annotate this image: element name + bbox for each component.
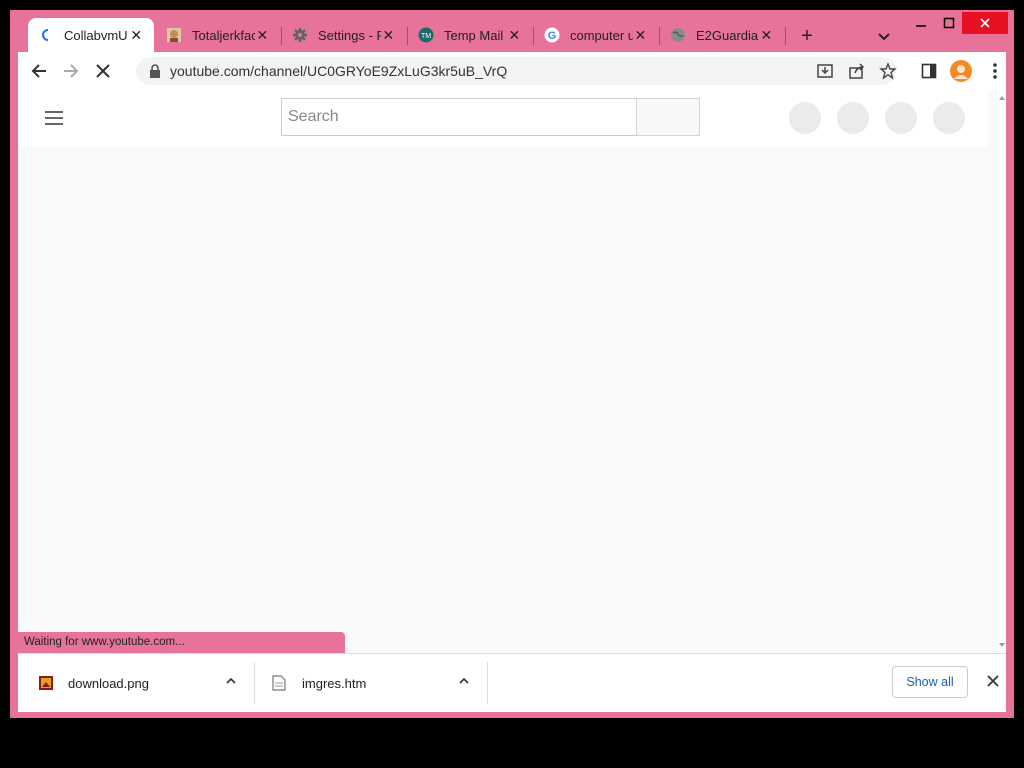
divider [254, 662, 255, 704]
tempmail-icon: TM [418, 27, 434, 43]
youtube-header: Search [18, 90, 988, 147]
scrollbar[interactable] [998, 90, 1006, 653]
more-vert-icon [993, 63, 997, 79]
tab-title: computer u [570, 27, 633, 43]
search-placeholder: Search [288, 108, 339, 125]
window-close-button[interactable] [962, 12, 1008, 34]
download-to-device-icon [817, 64, 833, 78]
download-options-button[interactable] [224, 674, 238, 688]
close-tab-icon[interactable]: ✕ [759, 27, 774, 43]
minimize-icon [916, 25, 926, 27]
back-arrow-icon [31, 64, 46, 78]
forward-button[interactable] [60, 60, 82, 82]
scroll-down-arrow-icon[interactable] [998, 641, 1006, 649]
scroll-up-arrow-icon[interactable] [998, 94, 1006, 102]
address-bar[interactable]: youtube.com/channel/UC0GRYoE9ZxLuG3kr5uB… [136, 57, 899, 85]
search-button[interactable] [636, 98, 700, 136]
stop-icon [96, 64, 110, 78]
maximize-icon [943, 17, 955, 29]
gear-icon [292, 27, 308, 43]
url-text: youtube.com/channel/UC0GRYoE9ZxLuG3kr5uB… [170, 63, 508, 79]
close-icon [980, 18, 990, 28]
close-download-shelf-button[interactable] [986, 674, 1002, 690]
tab-title: CollabvmUs [64, 27, 129, 43]
bookmark-button[interactable] [877, 60, 899, 82]
stop-loading-button[interactable] [92, 60, 114, 82]
close-tab-icon[interactable]: ✕ [381, 27, 396, 43]
tab-title: Settings - P [318, 27, 381, 43]
close-tab-icon[interactable]: ✕ [633, 27, 648, 43]
share-icon [849, 63, 865, 79]
forward-arrow-icon [64, 64, 79, 78]
back-button[interactable] [28, 60, 50, 82]
chevron-up-icon [459, 677, 469, 684]
globe-icon [670, 27, 686, 43]
tab-temp-mail[interactable]: TM Temp Mail ✕ [408, 18, 532, 52]
download-filename: download.png [68, 675, 149, 691]
divider [487, 662, 488, 704]
side-panel-button[interactable] [918, 60, 940, 82]
image-favicon [166, 27, 182, 43]
tab-title: E2Guardian [696, 27, 759, 43]
tab-title: Totaljerkfac [192, 27, 255, 43]
svg-text:G: G [548, 30, 557, 42]
chevron-down-icon [878, 33, 890, 41]
header-icon-placeholder[interactable] [885, 102, 917, 134]
header-icon-placeholder[interactable] [789, 102, 821, 134]
side-panel-icon [921, 63, 937, 79]
download-item[interactable]: imgres.htm [272, 654, 366, 712]
status-bubble: Waiting for www.youtube.com... [18, 632, 345, 653]
download-options-button[interactable] [457, 674, 471, 688]
tab-google-search[interactable]: G computer u ✕ [534, 18, 658, 52]
download-shelf: download.png imgres.htm Show all [18, 653, 1006, 712]
chevron-up-icon [226, 677, 236, 684]
share-button[interactable] [846, 60, 868, 82]
search-input[interactable]: Search [281, 98, 637, 136]
download-item[interactable]: download.png [38, 654, 149, 712]
install-app-button[interactable] [814, 60, 836, 82]
google-icon: G [544, 27, 560, 43]
close-icon [987, 675, 999, 687]
tab-collabvm[interactable]: CollabvmUs ✕ [28, 18, 154, 52]
profile-button[interactable] [950, 60, 972, 82]
document-file-icon [272, 675, 288, 691]
close-tab-icon[interactable]: ✕ [255, 27, 270, 43]
header-icon-placeholder[interactable] [837, 102, 869, 134]
browser-toolbar: youtube.com/channel/UC0GRYoE9ZxLuG3kr5uB… [18, 52, 1006, 90]
image-file-icon [38, 675, 54, 691]
page-content: Search [18, 90, 998, 653]
maximize-button[interactable] [932, 12, 966, 34]
tab-strip: CollabvmUs ✕ Totaljerkfac ✕ Settings - P… [10, 10, 1014, 52]
tab-title: Temp Mail [444, 27, 504, 43]
svg-text:TM: TM [421, 33, 431, 40]
download-filename: imgres.htm [302, 675, 367, 691]
loading-icon [38, 27, 54, 43]
tab-search-button[interactable] [874, 26, 894, 46]
lock-icon[interactable] [148, 63, 164, 79]
new-tab-button[interactable]: + [795, 25, 819, 49]
menu-button[interactable] [984, 60, 1006, 82]
tab-separator [785, 27, 786, 45]
header-icon-placeholder[interactable] [933, 102, 965, 134]
status-text: Waiting for www.youtube.com... [24, 636, 185, 648]
tab-settings[interactable]: Settings - P ✕ [282, 18, 406, 52]
close-tab-icon[interactable]: ✕ [128, 27, 144, 43]
close-tab-icon[interactable]: ✕ [507, 27, 522, 43]
tab-totaljerkface[interactable]: Totaljerkfac ✕ [156, 18, 280, 52]
browser-window: CollabvmUs ✕ Totaljerkfac ✕ Settings - P… [10, 10, 1014, 718]
tab-e2guardian[interactable]: E2Guardian ✕ [660, 18, 784, 52]
hamburger-menu-icon[interactable] [44, 109, 64, 127]
avatar [950, 60, 972, 82]
star-icon [879, 62, 897, 80]
show-all-button[interactable]: Show all [892, 666, 968, 698]
